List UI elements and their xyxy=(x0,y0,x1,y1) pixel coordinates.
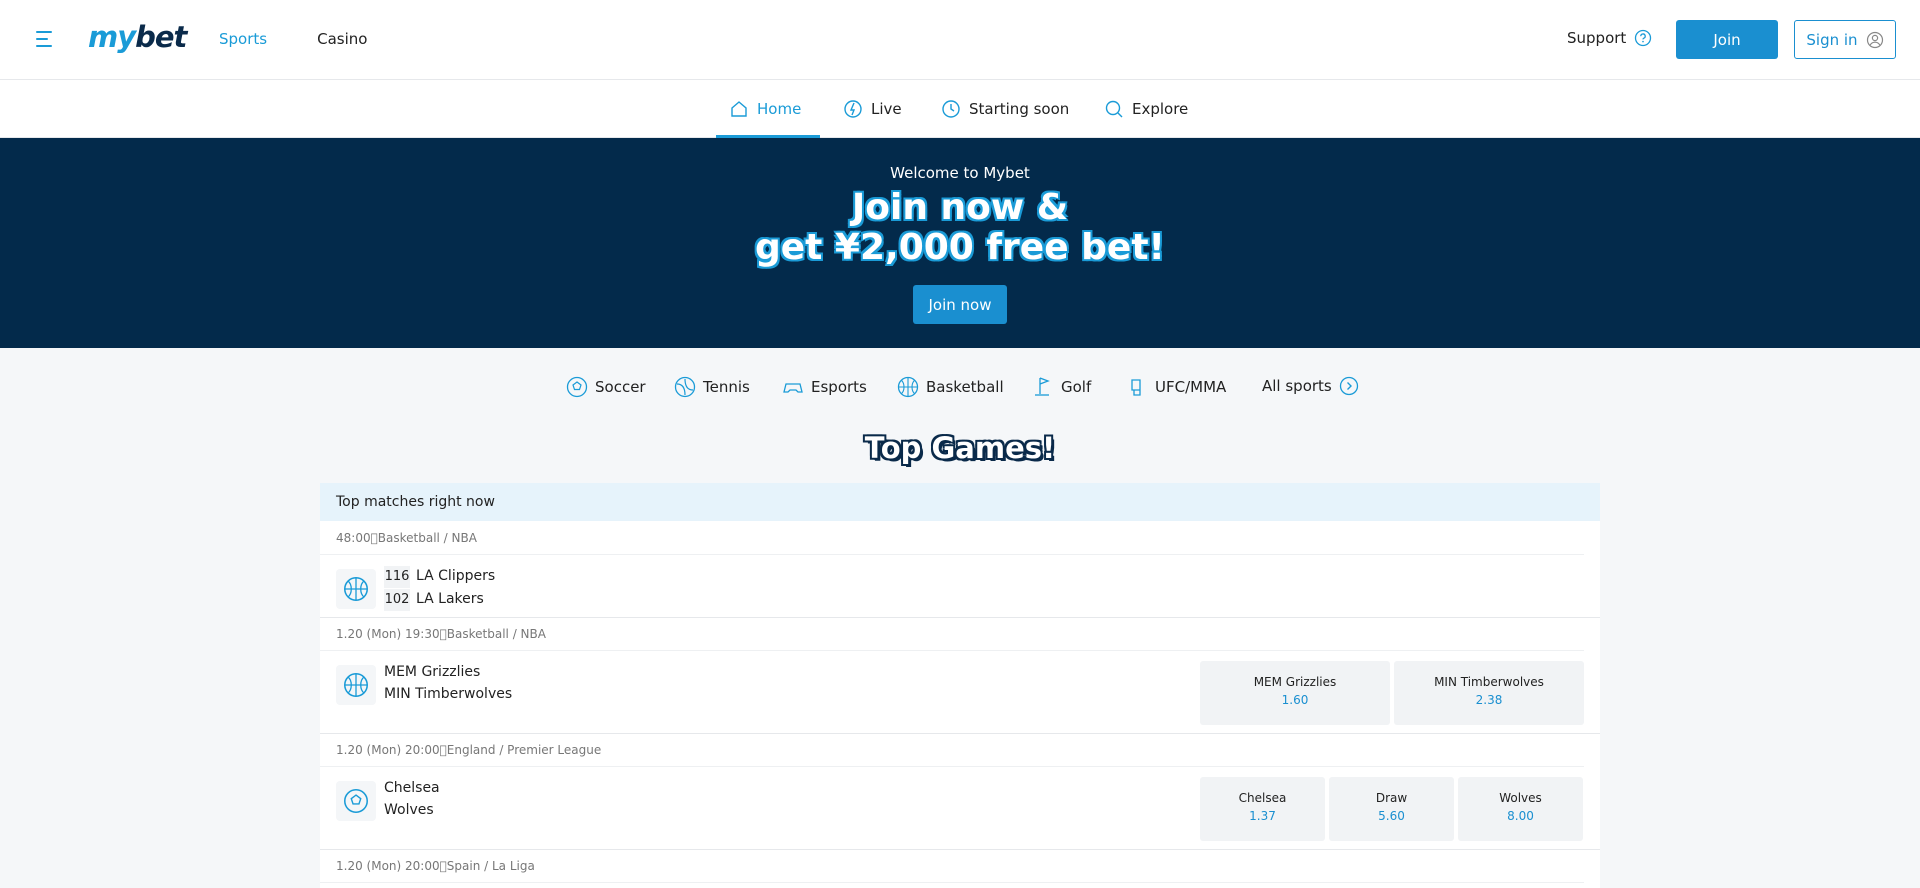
odds-button[interactable]: Chelsea 1.37 xyxy=(1200,777,1325,841)
sign-in-label: Sign in xyxy=(1806,30,1858,49)
match-row[interactable]: 1.20 (Mon) 20:00 England / Premier Leagu… xyxy=(320,733,1600,849)
basketball-icon xyxy=(897,376,919,398)
panel-title: Top matches right now xyxy=(320,483,1600,521)
tab-explore[interactable]: Explore xyxy=(1104,80,1188,138)
sport-basketball-label: Basketball xyxy=(926,378,1004,396)
sport-esports[interactable]: Esports xyxy=(782,376,867,398)
live-icon xyxy=(844,100,862,118)
sport-golf-label: Golf xyxy=(1061,378,1092,396)
match-meta: 1.20 (Mon) 20:00 Spain / La Liga xyxy=(320,849,1584,883)
home-score: 116 xyxy=(384,566,410,588)
support-link[interactable]: Support xyxy=(1567,29,1652,47)
sports-strip: Soccer Tennis Esports Basketball Golf UF… xyxy=(0,348,1920,426)
tennis-icon xyxy=(674,376,696,398)
gamepad-icon xyxy=(783,383,803,393)
join-now-button[interactable]: Join now xyxy=(913,285,1007,324)
tab-explore-label: Explore xyxy=(1132,100,1189,118)
sport-tennis[interactable]: Tennis xyxy=(674,376,750,398)
tab-home[interactable]: Home xyxy=(729,80,801,138)
odds-label: Wolves xyxy=(1499,791,1542,805)
home-team: LA Clippers xyxy=(416,568,496,584)
top-bar: mybet Sports Casino Support Join Sign in xyxy=(0,0,1920,80)
odds-value: 5.60 xyxy=(1378,809,1405,823)
sport-ufc[interactable]: UFC/MMA xyxy=(1126,376,1226,398)
chevron-right-icon xyxy=(1339,376,1358,396)
tab-starting-soon-label: Starting soon xyxy=(969,100,1070,118)
tab-live[interactable]: Live xyxy=(843,80,902,138)
away-score: 102 xyxy=(384,589,410,611)
support-label: Support xyxy=(1567,29,1627,47)
tab-home-label: Home xyxy=(757,100,802,118)
match-meta: 1.20 (Mon) 20:00 England / Premier Leagu… xyxy=(320,733,1584,767)
sport-basketball[interactable]: Basketball xyxy=(897,376,1004,398)
basketball-icon xyxy=(336,569,376,609)
banner-line-2: get ¥2,000 free bet! xyxy=(754,227,1165,269)
match-teams: 116 LA Clippers 102 LA Lakers xyxy=(384,565,495,611)
mybet-logo[interactable]: mybet xyxy=(88,20,187,54)
glove-icon xyxy=(1131,379,1141,396)
search-icon xyxy=(1105,100,1123,118)
odds-group: MEM Grizzlies 1.60 MIN Timberwolves 2.38 xyxy=(1200,661,1584,725)
odds-value: 1.37 xyxy=(1249,809,1276,823)
sport-tennis-label: Tennis xyxy=(703,378,750,396)
home-team: MEM Grizzlies xyxy=(384,664,481,680)
user-icon xyxy=(1866,31,1883,48)
odds-button[interactable]: MEM Grizzlies 1.60 xyxy=(1200,661,1390,725)
odds-value: 1.60 xyxy=(1281,693,1309,707)
soccer-icon xyxy=(566,376,588,398)
promo-banner: Welcome to Mybet Join now & get ¥2,000 f… xyxy=(0,138,1920,348)
away-team: Wolves xyxy=(384,802,434,818)
match-teams: Chelsea Wolves xyxy=(384,777,440,821)
menu-icon[interactable] xyxy=(36,31,52,49)
join-button[interactable]: Join xyxy=(1676,20,1778,59)
odds-label: Draw xyxy=(1375,791,1408,805)
odds-button[interactable]: MIN Timberwolves 2.38 xyxy=(1394,661,1584,725)
odds-group: Chelsea 1.37 Draw 5.60 Wolves 8.00 xyxy=(1200,777,1583,841)
odds-label: Chelsea xyxy=(1238,791,1287,805)
sport-golf[interactable]: Golf xyxy=(1032,376,1091,398)
match-teams: MEM Grizzlies MIN Timberwolves xyxy=(384,661,512,705)
top-nav: Sports Casino xyxy=(219,30,417,48)
section-title: Top Games! xyxy=(864,431,1056,465)
banner-headline: Join now & get ¥2,000 free bet! xyxy=(0,187,1920,269)
odds-value: 2.38 xyxy=(1475,693,1503,707)
nav-sports[interactable]: Sports xyxy=(219,30,267,48)
sub-nav: Home Live Starting soon Explore xyxy=(0,80,1920,138)
away-team: MIN Timberwolves xyxy=(384,686,513,702)
sport-ufc-label: UFC/MMA xyxy=(1155,378,1227,396)
odds-button[interactable]: Wolves 8.00 xyxy=(1458,777,1583,841)
all-sports-link[interactable]: All sports xyxy=(1262,376,1359,396)
odds-button[interactable]: Draw 5.60 xyxy=(1329,777,1454,841)
home-team: Chelsea xyxy=(384,780,440,796)
home-icon xyxy=(731,101,747,117)
match-row[interactable]: 1.20 (Mon) 19:30 Basketball / NBA MEM Gr… xyxy=(320,617,1600,733)
banner-line-1: Join now & xyxy=(851,187,1069,229)
match-row[interactable]: 48:00 Basketball / NBA 116 LA Clippers 10… xyxy=(320,521,1600,617)
clock-icon xyxy=(942,100,960,118)
top-matches-panel: Top matches right now 48:00 Basketball /… xyxy=(320,483,1600,888)
sign-in-button[interactable]: Sign in xyxy=(1794,20,1896,59)
sport-soccer[interactable]: Soccer xyxy=(566,376,646,398)
all-sports-label: All sports xyxy=(1262,377,1332,395)
odds-value: 8.00 xyxy=(1507,809,1534,823)
odds-label: MEM Grizzlies xyxy=(1253,675,1337,689)
away-team: LA Lakers xyxy=(416,591,484,607)
soccer-icon xyxy=(336,781,376,821)
tab-live-label: Live xyxy=(871,100,902,118)
nav-casino[interactable]: Casino xyxy=(317,30,367,48)
basketball-icon xyxy=(336,665,376,705)
match-meta: 48:00 Basketball / NBA xyxy=(320,521,1584,555)
golf-icon xyxy=(1035,377,1050,396)
sport-esports-label: Esports xyxy=(811,378,867,396)
match-row[interactable]: 1.20 (Mon) 20:00 Spain / La Liga xyxy=(320,849,1600,888)
tab-starting-soon[interactable]: Starting soon xyxy=(941,80,1069,138)
odds-label: MIN Timberwolves xyxy=(1434,675,1544,689)
sport-soccer-label: Soccer xyxy=(595,378,646,396)
banner-welcome: Welcome to Mybet xyxy=(890,164,1030,182)
match-meta: 1.20 (Mon) 19:30 Basketball / NBA xyxy=(320,617,1584,651)
help-icon xyxy=(1635,29,1652,47)
